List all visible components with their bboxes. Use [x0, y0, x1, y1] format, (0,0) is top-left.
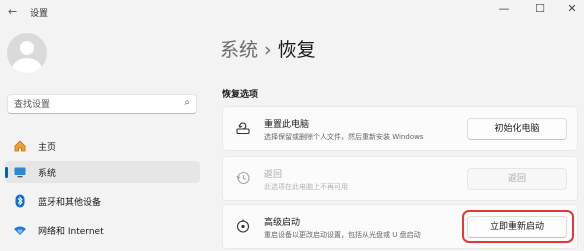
- sidebar-item-label: 系统: [38, 169, 57, 179]
- search-icon[interactable]: ⌕: [184, 97, 190, 108]
- display-icon: [13, 165, 27, 179]
- app-title: 设置: [30, 9, 49, 19]
- sidebar-item-label: 蓝牙和其他设备: [38, 198, 102, 208]
- reset-pc-button[interactable]: 初始化电脑: [467, 118, 567, 140]
- advanced-startup-icon: [235, 218, 251, 234]
- card-title: 重置此电脑: [264, 120, 310, 130]
- card-title: 返回: [264, 170, 283, 180]
- breadcrumb-parent[interactable]: 系统: [220, 39, 258, 61]
- sidebar-item-system[interactable]: 系统: [5, 161, 200, 183]
- active-indicator: [5, 167, 8, 178]
- history-icon: [235, 170, 251, 186]
- title-bar: ← 设置 — ☐ ✕: [0, 0, 584, 22]
- search-box[interactable]: ⌕: [7, 94, 197, 114]
- close-button[interactable]: ✕: [562, 2, 582, 15]
- back-arrow-icon[interactable]: ←: [8, 5, 17, 18]
- card-description: 选择保留或删除个人文件，然后重新安装 Windows: [264, 133, 424, 141]
- go-back-button: 返回: [467, 168, 567, 190]
- sidebar-item-label: 网络和 Internet: [38, 227, 104, 237]
- breadcrumb: 系统 › 恢复: [220, 35, 316, 62]
- bluetooth-icon: [13, 194, 27, 208]
- avatar[interactable]: [7, 33, 47, 73]
- card-description: 重启设备以更改启动设置，包括从光盘或 U 盘启动: [264, 231, 421, 239]
- sidebar-item-label: 主页: [38, 143, 57, 153]
- reset-pc-card: 重置此电脑 选择保留或删除个人文件，然后重新安装 Windows 初始化电脑: [222, 106, 578, 151]
- avatar-body: [12, 58, 42, 73]
- sidebar-item-home[interactable]: 主页: [5, 135, 200, 157]
- breadcrumb-separator: ›: [264, 39, 272, 61]
- page-title: 恢复: [277, 39, 316, 61]
- sidebar-item-network[interactable]: 网络和 Internet: [5, 219, 200, 241]
- restart-now-button[interactable]: 立即重新启动: [467, 216, 567, 238]
- search-input[interactable]: [14, 98, 174, 111]
- wifi-icon: [13, 223, 27, 237]
- go-back-card: 返回 此选项在此电脑上不再可用 返回: [222, 156, 578, 201]
- minimize-button[interactable]: —: [494, 2, 514, 15]
- card-description: 此选项在此电脑上不再可用: [264, 183, 348, 191]
- reset-pc-icon: [235, 120, 251, 136]
- home-icon: [13, 139, 27, 153]
- section-title: 恢复选项: [222, 90, 259, 100]
- advanced-startup-card: 高级启动 重启设备以更改启动设置，包括从光盘或 U 盘启动 立即重新启动: [222, 204, 578, 249]
- avatar-head: [20, 41, 34, 55]
- card-title: 高级启动: [264, 218, 301, 228]
- sidebar-item-bluetooth[interactable]: 蓝牙和其他设备: [5, 190, 200, 212]
- maximize-button[interactable]: ☐: [530, 2, 550, 15]
